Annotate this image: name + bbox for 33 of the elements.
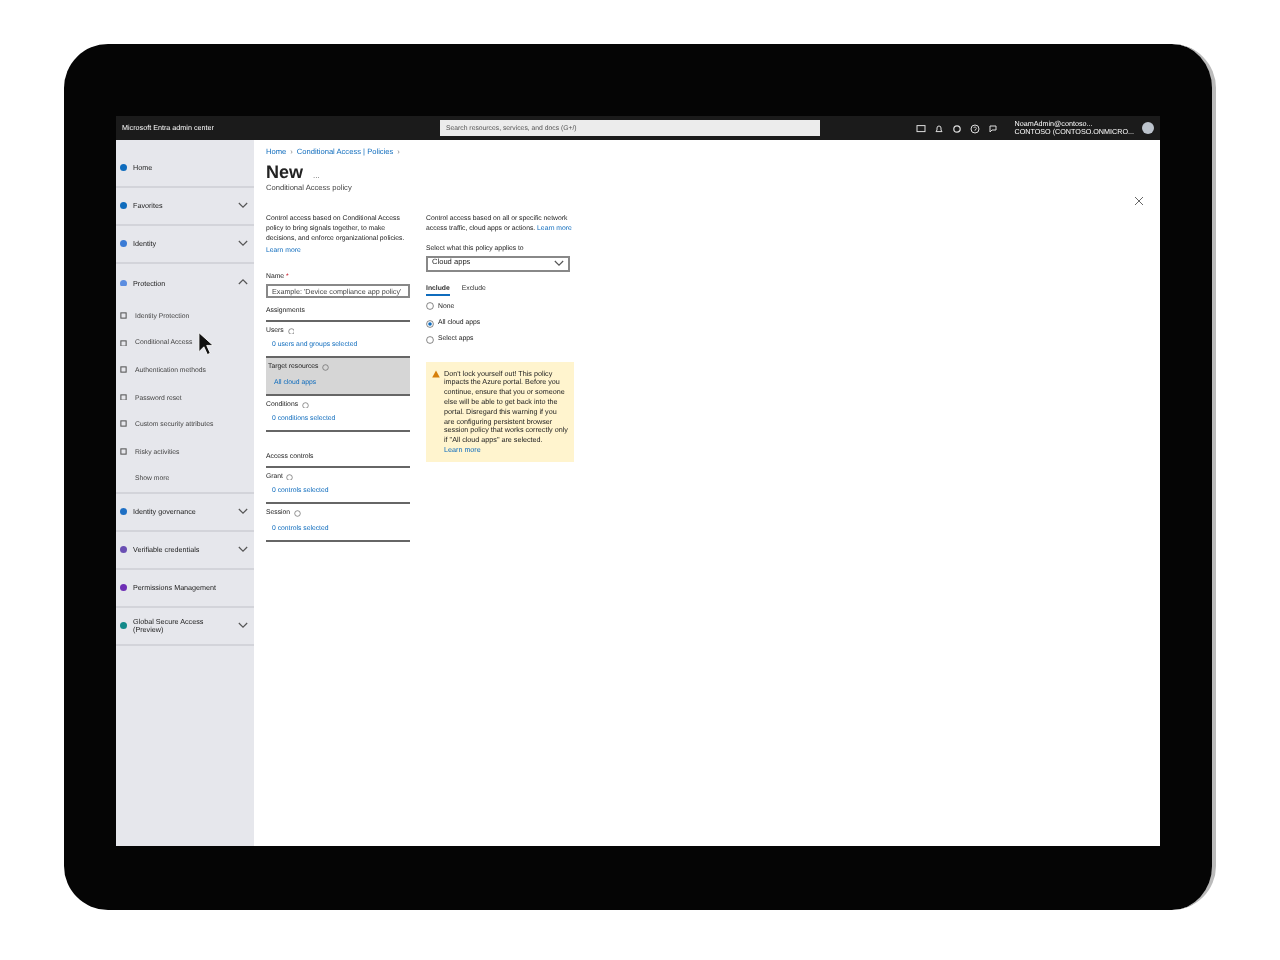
avatar-icon[interactable]	[1142, 122, 1154, 134]
circle-icon	[120, 622, 127, 630]
chevron-icon	[238, 545, 248, 553]
screen-icon[interactable]	[916, 123, 927, 133]
warning-icon	[432, 370, 440, 379]
help-icon[interactable]	[970, 123, 981, 133]
chevron-icon	[238, 278, 248, 286]
circle-icon	[120, 508, 127, 516]
radio-button[interactable]	[426, 302, 434, 311]
chevron-icon	[238, 621, 248, 629]
circle-icon	[120, 584, 127, 592]
radio-button[interactable]	[426, 336, 434, 345]
circle-icon	[120, 546, 127, 554]
chevron-icon	[238, 201, 248, 209]
info-icon	[286, 473, 294, 481]
feedback-icon[interactable]	[988, 123, 999, 133]
circle-icon	[120, 164, 127, 172]
mouse-cursor-icon	[198, 332, 214, 356]
chevron-icon	[554, 260, 564, 268]
info-icon	[294, 510, 302, 518]
page-title: New	[266, 162, 304, 184]
info-icon	[287, 327, 295, 335]
chevron-icon	[238, 507, 248, 515]
chevron-icon	[238, 239, 248, 247]
info-icon	[322, 364, 330, 372]
info-icon	[302, 401, 310, 409]
circle-icon	[120, 202, 127, 210]
bell-icon[interactable]	[934, 123, 945, 133]
close-icon[interactable]	[1134, 196, 1144, 206]
radio-button[interactable]	[426, 319, 434, 328]
circle-icon	[120, 240, 127, 248]
circle-icon	[120, 279, 127, 287]
settings-icon[interactable]	[952, 123, 963, 133]
